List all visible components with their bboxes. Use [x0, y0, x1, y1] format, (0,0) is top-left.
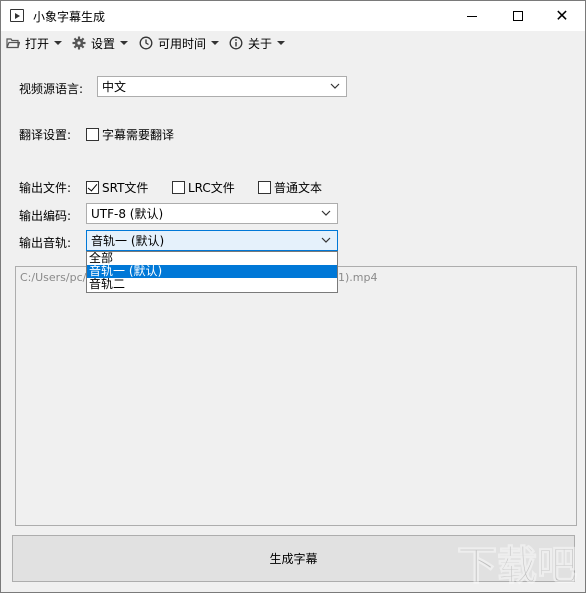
output-file-label: 输出文件:	[19, 181, 72, 195]
menu-settings[interactable]: 设置	[71, 34, 129, 52]
file-path-start: C:/Users/pc/	[20, 271, 87, 284]
source-language-select[interactable]: 中文	[97, 76, 347, 97]
encoding-label: 输出编码:	[19, 209, 72, 223]
plain-text-checkbox-label: 普通文本	[274, 181, 323, 195]
srt-checkbox[interactable]: SRT文件	[86, 179, 148, 196]
gear-icon	[71, 35, 87, 51]
menu-bar: 打开 设置 可用时间 关于	[1, 31, 585, 55]
menu-about[interactable]: 关于	[228, 34, 286, 52]
minimize-button[interactable]	[449, 1, 495, 31]
translate-checkbox-label: 字幕需要翻译	[102, 128, 175, 142]
folder-icon	[5, 35, 21, 51]
menu-settings-label: 设置	[91, 36, 116, 51]
srt-checkbox-label: SRT文件	[102, 181, 149, 195]
menu-time-label: 可用时间	[158, 36, 207, 51]
checkbox-box	[86, 128, 99, 141]
chevron-down-icon	[330, 83, 340, 89]
app-window: 小象字幕生成 ✕ 打开 设置 可用时间 关于 视频源语言: 中文 翻译设置: 字…	[0, 0, 586, 593]
menu-about-label: 关于	[248, 36, 273, 51]
info-icon	[228, 35, 244, 51]
maximize-button[interactable]	[495, 1, 541, 31]
close-button[interactable]: ✕	[539, 1, 585, 31]
audio-track-value: 音轨一 (默认)	[91, 234, 165, 248]
chevron-down-icon	[120, 41, 129, 45]
generate-subtitles-label: 生成字幕	[269, 552, 318, 566]
translate-settings-label: 翻译设置:	[19, 128, 72, 142]
window-title: 小象字幕生成	[33, 10, 106, 24]
encoding-value: UTF-8 (默认)	[91, 207, 164, 221]
audio-option-all[interactable]: 全部	[87, 252, 337, 265]
title-bar: 小象字幕生成 ✕	[1, 1, 585, 31]
menu-open-label: 打开	[25, 36, 50, 51]
plain-text-checkbox[interactable]: 普通文本	[258, 179, 322, 196]
lrc-checkbox-label: LRC文件	[188, 181, 235, 195]
checkbox-checked	[86, 181, 99, 194]
chevron-down-icon	[277, 41, 286, 45]
chevron-down-icon	[321, 210, 331, 216]
checkbox-box	[258, 181, 271, 194]
file-path-end: 1).mp4	[338, 271, 378, 284]
chevron-down-icon	[54, 41, 63, 45]
close-icon: ✕	[555, 6, 569, 25]
clock-icon	[138, 35, 154, 51]
chevron-down-icon	[211, 41, 220, 45]
audio-option-track1[interactable]: 音轨一 (默认)	[87, 265, 337, 278]
source-language-label: 视频源语言:	[19, 82, 84, 96]
source-language-value: 中文	[102, 80, 127, 94]
generate-subtitles-button[interactable]: 生成字幕	[12, 535, 575, 582]
chevron-down-icon	[321, 237, 331, 243]
minimize-icon	[467, 15, 477, 17]
app-play-icon	[10, 9, 24, 22]
file-list-panel[interactable]: C:/Users/pc/ 1).mp4	[15, 266, 577, 526]
encoding-select[interactable]: UTF-8 (默认)	[86, 203, 338, 224]
audio-option-track2[interactable]: 音轨二	[87, 278, 337, 291]
maximize-icon	[513, 11, 523, 21]
checkbox-box	[172, 181, 185, 194]
menu-open[interactable]: 打开	[5, 34, 63, 52]
lrc-checkbox[interactable]: LRC文件	[172, 179, 235, 196]
menu-available-time[interactable]: 可用时间	[138, 34, 220, 52]
translate-checkbox[interactable]: 字幕需要翻译	[86, 126, 174, 143]
audio-track-select[interactable]: 音轨一 (默认)	[86, 230, 338, 251]
audio-track-dropdown: 全部 音轨一 (默认) 音轨二	[86, 251, 338, 293]
audio-track-label: 输出音轨:	[19, 236, 72, 250]
